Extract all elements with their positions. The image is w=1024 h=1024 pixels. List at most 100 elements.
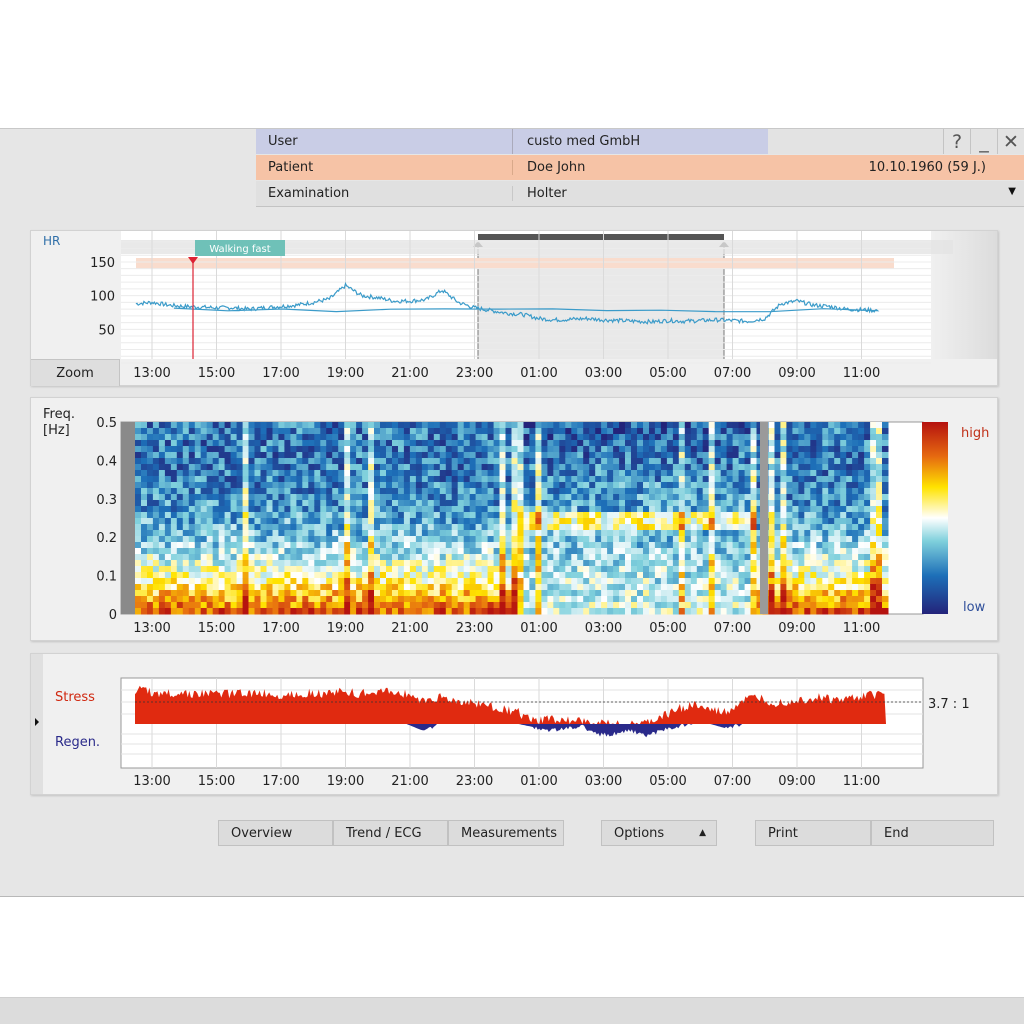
heatmap-cell (398, 512, 405, 519)
heatmap-cell (840, 596, 847, 603)
heatmap-cell (415, 488, 423, 495)
examination-select[interactable]: Holter ▼ (512, 186, 1024, 201)
heatmap-cell (200, 500, 208, 507)
heatmap-cell (660, 446, 668, 453)
heatmap-cell (158, 518, 166, 525)
heatmap-cell (583, 542, 590, 549)
heatmap-cell (224, 560, 232, 567)
help-button[interactable]: ? (943, 129, 970, 154)
heatmap-cell (212, 458, 220, 465)
heatmap-cell (834, 470, 841, 477)
overview-button[interactable]: Overview (218, 820, 333, 846)
heatmap-cell (780, 458, 787, 465)
heatmap-cell (684, 482, 692, 489)
heatmap-cell (511, 536, 518, 543)
heatmap-cell (690, 422, 698, 429)
heatmap-cell (583, 440, 590, 447)
heatmap-cell (559, 428, 566, 435)
heatmap-cell (254, 506, 261, 513)
heatmap-cell (834, 608, 841, 615)
heatmap-cell (254, 566, 261, 573)
heatmap-cell (147, 482, 154, 489)
heatmap-cell (505, 428, 512, 435)
heatmap-cell (786, 518, 793, 525)
spectrum-chart[interactable]: Freq. [Hz] 0.50.40.30.20.10 13:00 15:00 17… (31, 398, 997, 640)
heatmap-cell (451, 554, 459, 561)
measurements-button[interactable]: Measurements (448, 820, 564, 846)
heatmap-cell (427, 434, 435, 441)
heatmap-cell (583, 488, 590, 495)
heatmap-cell (631, 422, 638, 429)
heatmap-cell (224, 488, 232, 495)
heatmap-cell (786, 542, 793, 549)
heatmap-cell (320, 578, 327, 585)
heatmap-cell (326, 584, 333, 591)
heatmap-cell (302, 506, 309, 513)
heatmap-cell (882, 536, 889, 543)
heatmap-cell (296, 524, 303, 531)
examination-row[interactable]: Examination Holter ▼ (256, 181, 1024, 207)
heatmap-cell (660, 602, 668, 609)
options-button[interactable]: Options ▲ (601, 820, 717, 846)
heatmap-cell (804, 518, 811, 525)
heatmap-cell (816, 518, 823, 525)
trend-ecg-button[interactable]: Trend / ECG (333, 820, 448, 846)
heatmap-cell (738, 482, 746, 489)
stress-chart[interactable]: Stress Regen. 3.7 : 1 13:00 15:00 17:00 19:… (31, 654, 997, 794)
heatmap-cell (631, 458, 638, 465)
end-button[interactable]: End (871, 820, 994, 846)
heatmap-cell (147, 494, 154, 501)
close-button[interactable]: ✕ (997, 129, 1024, 154)
heatmap-cell (768, 536, 775, 543)
heatmap-cell (792, 530, 799, 537)
minimize-button[interactable]: _ (970, 129, 997, 154)
heatmap-cell (439, 572, 447, 579)
heatmap-cell (164, 596, 172, 603)
heatmap-cell (212, 452, 220, 459)
heatmap-cell (768, 608, 775, 615)
heatmap-cell (290, 476, 297, 483)
heatmap-cell (684, 524, 692, 531)
heatmap-cell (272, 578, 279, 585)
heatmap-cell (876, 554, 883, 561)
heatmap-cell (882, 542, 889, 549)
heatmap-cell (320, 440, 327, 447)
heatmap-cell (499, 470, 506, 477)
heatmap-cell (678, 596, 686, 603)
heatmap-cell (577, 590, 584, 597)
heatmap-cell (607, 422, 614, 429)
heatmap-cell (487, 596, 495, 603)
heatmap-cell (433, 554, 441, 561)
print-button[interactable]: Print (755, 820, 871, 846)
heatmap-cell (768, 506, 775, 513)
heatmap-cell (672, 590, 680, 597)
heatmap-cell (290, 428, 297, 435)
heatmap-cell (433, 596, 441, 603)
heatmap-cell (774, 506, 781, 513)
heatmap-cell (284, 488, 291, 495)
heatmap-cell (421, 524, 429, 531)
heatmap-cell (583, 536, 590, 543)
heatmap-cell (547, 524, 554, 531)
heatmap-cell (194, 494, 202, 501)
heatmap-cell (535, 488, 542, 495)
heatmap-cell (248, 482, 255, 489)
heatmap-cell (176, 476, 184, 483)
heatmap-cell (284, 536, 291, 543)
heatmap-cell (475, 494, 483, 501)
heatmap-cell (565, 476, 572, 483)
heatmap-cell (864, 470, 871, 477)
heatmap-cell (475, 500, 483, 507)
heatmap-cell (882, 500, 889, 507)
hr-chart[interactable]: HR 50100150 Walking fast 13:00 15:00 17:00… (31, 231, 997, 385)
heatmap-cell (619, 578, 626, 585)
chevron-down-icon[interactable]: ▼ (1008, 186, 1016, 201)
heatmap-cell (296, 458, 303, 465)
zoom-button[interactable]: Zoom (31, 359, 120, 386)
heatmap-cell (194, 536, 202, 543)
heatmap-cell (672, 452, 680, 459)
heatmap-cell (690, 464, 698, 471)
heatmap-cell (445, 566, 453, 573)
heatmap-cell (696, 560, 704, 567)
heatmap-cell (864, 590, 871, 597)
